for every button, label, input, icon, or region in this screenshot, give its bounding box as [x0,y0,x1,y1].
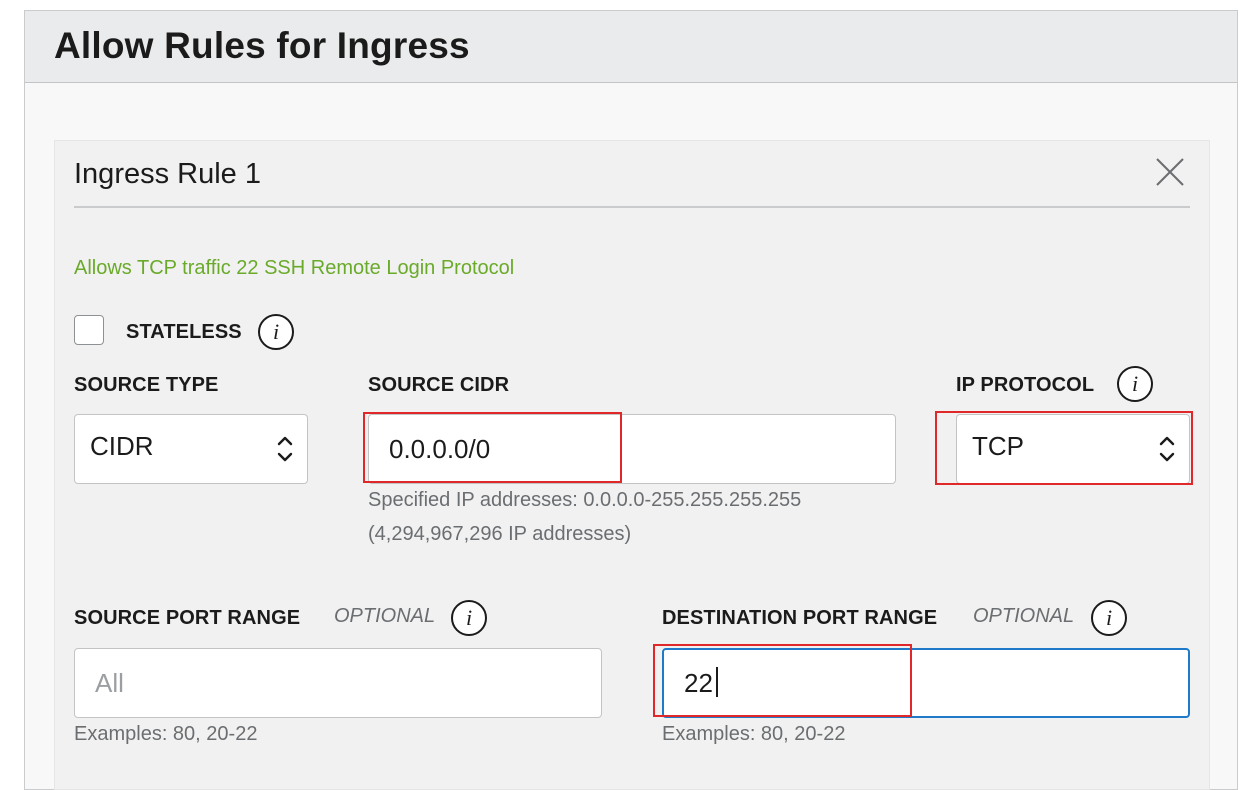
source-cidr-label: SOURCE CIDR [368,374,510,396]
close-rule-button[interactable] [1152,154,1188,190]
source-type-value: CIDR [90,431,154,461]
dest-port-input[interactable] [662,648,1190,718]
dest-port-info-icon[interactable]: i [1090,599,1128,637]
ip-protocol-select[interactable]: TCP [956,414,1190,484]
close-icon [1156,158,1184,186]
panel-title: Allow Rules for Ingress [54,25,470,66]
stateless-label: STATELESS [126,321,242,343]
source-port-label: SOURCE PORT RANGE [74,607,301,629]
svg-text:i: i [1106,605,1112,630]
dest-port-label: DESTINATION PORT RANGE [662,607,938,629]
info-icon: i [258,314,294,350]
ip-protocol-value: TCP [972,431,1024,461]
dest-port-hint: Examples: 80, 20-22 [662,723,846,745]
source-port-hint: Examples: 80, 20-22 [74,723,258,745]
dest-port-optional: OPTIONAL [973,605,1075,627]
text-caret [716,667,718,697]
select-chevron-icon [277,436,293,462]
panel-header: Allow Rules for Ingress [25,11,1237,83]
source-type-select[interactable]: CIDR [74,414,308,484]
svg-text:i: i [1132,371,1138,396]
source-cidr-hint-count: (4,294,967,296 IP addresses) [368,523,632,545]
ip-protocol-label: IP PROTOCOL [956,374,1095,396]
select-chevron-icon [1159,436,1175,462]
source-type-label: SOURCE TYPE [74,374,219,396]
source-cidr-hint-range: Specified IP addresses: 0.0.0.0-255.255.… [368,489,802,511]
info-icon: i [1091,600,1127,636]
rule-title: Ingress Rule 1 [74,158,261,190]
info-icon: i [1117,366,1153,402]
svg-text:i: i [273,319,279,344]
stateless-checkbox[interactable] [74,315,104,345]
stateless-info-icon[interactable]: i [257,313,295,351]
ip-protocol-info-icon[interactable]: i [1116,365,1154,403]
source-port-optional: OPTIONAL [334,605,436,627]
source-port-info-icon[interactable]: i [450,599,488,637]
rule-divider [74,206,1190,208]
info-icon: i [451,600,487,636]
rule-description: Allows TCP traffic 22 SSH Remote Login P… [74,257,515,279]
source-port-input[interactable] [74,648,602,718]
source-cidr-input[interactable] [368,414,896,484]
svg-text:i: i [466,605,472,630]
